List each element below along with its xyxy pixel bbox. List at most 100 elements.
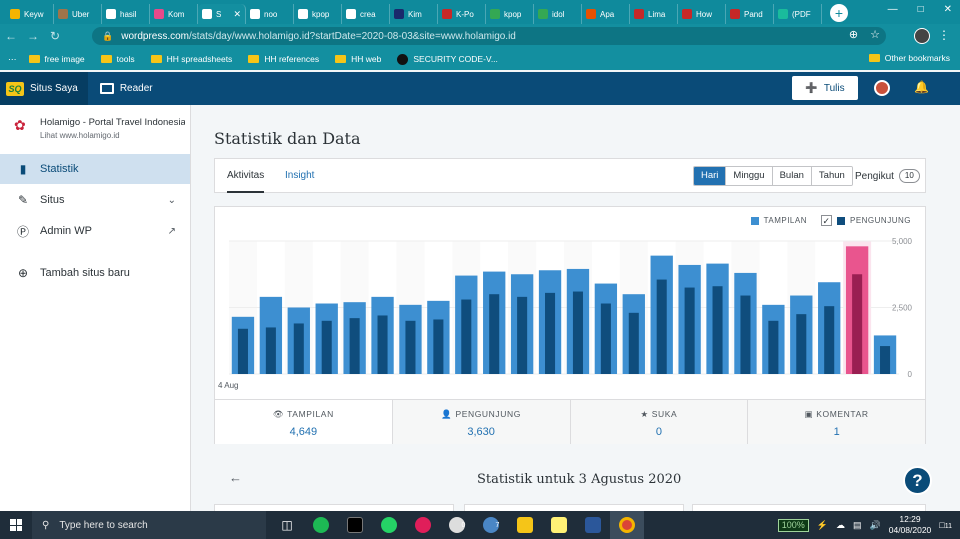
sidebar-item-add-site[interactable]: ⊕ Tambah situs baru bbox=[0, 258, 190, 288]
browser-tab[interactable]: Apa bbox=[582, 4, 630, 24]
bookmark-tools[interactable]: tools bbox=[100, 54, 135, 64]
cloud-icon[interactable]: ☁ bbox=[836, 520, 845, 531]
sidebar-item-statistik[interactable]: ▮ Statistik bbox=[0, 154, 190, 184]
folder-icon bbox=[868, 54, 880, 62]
tab-favicon-icon bbox=[154, 9, 164, 19]
power-icon[interactable]: ⚡ bbox=[817, 520, 828, 531]
browser-tab[interactable]: idol bbox=[534, 4, 582, 24]
taskbar-search-input[interactable]: ⚲ Type here to search bbox=[32, 511, 266, 539]
new-tab-button[interactable]: + bbox=[830, 4, 848, 22]
tab-insight[interactable]: Insight bbox=[285, 159, 314, 193]
summary-tab-views[interactable]: 👁 TAMPILAN 4,649 bbox=[215, 400, 393, 444]
browser-tab-strip: Keyw Uber hasil Kom S ✕ noo kpop crea Kim K-Po kpop… bbox=[0, 0, 960, 24]
summary-tab-visitors[interactable]: 👤 PENGUNJUNG 3,630 bbox=[392, 400, 571, 444]
browser-tab[interactable]: S ✕ bbox=[198, 4, 246, 24]
summary-tab-likes[interactable]: ★ SUKA 0 bbox=[570, 400, 749, 444]
help-button[interactable]: ? bbox=[903, 466, 932, 495]
terminal-icon[interactable] bbox=[338, 511, 372, 539]
period-hari-button[interactable]: Hari bbox=[694, 167, 726, 185]
network-icon[interactable]: ▤ bbox=[853, 520, 862, 531]
browser-tab[interactable]: Kim bbox=[390, 4, 438, 24]
chrome-icon[interactable] bbox=[610, 511, 644, 539]
browser-tab[interactable]: Lima bbox=[630, 4, 678, 24]
write-label: Tulis bbox=[823, 82, 845, 94]
app-badge-icon-b[interactable]: 7 bbox=[474, 511, 508, 539]
browser-tab[interactable]: Keyw bbox=[6, 4, 54, 24]
clock[interactable]: 12:29 04/08/2020 bbox=[889, 514, 932, 536]
browser-tab[interactable]: hasil bbox=[102, 4, 150, 24]
apps-icon[interactable]: ⋯ bbox=[8, 54, 17, 65]
battery-indicator[interactable]: 100% bbox=[777, 518, 809, 532]
browser-profile-avatar[interactable] bbox=[914, 28, 930, 44]
slack-icon[interactable] bbox=[406, 511, 440, 539]
browser-tab[interactable]: kpop bbox=[294, 4, 342, 24]
file-explorer-icon[interactable] bbox=[508, 511, 542, 539]
browser-tab[interactable]: K-Po bbox=[438, 4, 486, 24]
back-nav-icon[interactable]: ← bbox=[0, 29, 22, 43]
sidebar-item-admin-wp[interactable]: Ⓟ Admin WP ↗ bbox=[0, 216, 190, 246]
close-tab-icon[interactable]: ✕ bbox=[233, 9, 241, 20]
tab-label: Apa bbox=[600, 9, 615, 19]
bookmark-free-image[interactable]: free image bbox=[28, 54, 85, 64]
notification-center-icon[interactable]: □11 bbox=[939, 520, 952, 530]
period-minggu-button[interactable]: Minggu bbox=[725, 167, 772, 185]
whatsapp-icon[interactable] bbox=[372, 511, 406, 539]
task-view-icon[interactable]: ◫ bbox=[270, 511, 304, 539]
browser-tab[interactable]: Kom bbox=[150, 4, 198, 24]
bookmark-security-code[interactable]: SECURITY CODE-V... bbox=[397, 53, 498, 65]
y-tick-label: 5,000 bbox=[892, 237, 913, 246]
bar-visitors bbox=[656, 279, 667, 374]
bookmark-hh-references[interactable]: HH references bbox=[248, 54, 319, 64]
other-bookmarks[interactable]: Other bookmarks bbox=[868, 53, 950, 63]
summary-tab-comments[interactable]: ▣ KOMENTAR 1 bbox=[748, 400, 925, 444]
period-tahun-button[interactable]: Tahun bbox=[810, 167, 852, 185]
word-icon[interactable] bbox=[576, 511, 610, 539]
browser-tab[interactable]: noo bbox=[246, 4, 294, 24]
url-input[interactable]: 🔒 wordpress.com/stats/day/www.holamigo.i… bbox=[92, 27, 886, 45]
legend-views: TAMPILAN bbox=[750, 216, 807, 225]
zoom-icon[interactable]: ⊕ bbox=[849, 28, 858, 41]
tab-label: crea bbox=[360, 9, 376, 19]
browser-tab[interactable]: Uber bbox=[54, 4, 102, 24]
tab-favicon-icon bbox=[394, 9, 404, 19]
reader-button[interactable]: Reader bbox=[99, 83, 153, 94]
sticky-notes-icon[interactable] bbox=[542, 511, 576, 539]
bar-visitors bbox=[405, 320, 416, 374]
notifications-bell-icon[interactable]: 🔔 bbox=[914, 80, 929, 94]
tab-favicon-icon bbox=[538, 9, 548, 19]
close-window-icon[interactable]: ✕ bbox=[944, 4, 952, 15]
bookmark-hh-spreadsheets[interactable]: HH spreadsheets bbox=[150, 54, 232, 64]
user-avatar[interactable] bbox=[874, 80, 890, 96]
followers-link[interactable]: Pengikut 10 bbox=[855, 169, 920, 183]
tab-aktivitas[interactable]: Aktivitas bbox=[227, 159, 265, 193]
app-badge-count: 7 bbox=[495, 521, 500, 529]
site-card[interactable]: ✿ Holamigo - Portal Travel Indonesia Lih… bbox=[0, 105, 190, 153]
site-url[interactable]: Lihat www.holamigo.id bbox=[40, 131, 185, 140]
sidebar-item-situs[interactable]: ✎ Situs ⌄ bbox=[0, 185, 190, 215]
volume-icon[interactable]: 🔊 bbox=[870, 520, 881, 531]
browser-tab[interactable]: Pand bbox=[726, 4, 774, 24]
browser-tab[interactable]: crea bbox=[342, 4, 390, 24]
minimize-icon[interactable]: — bbox=[888, 4, 898, 15]
site-logo-icon: SQ bbox=[6, 81, 24, 96]
bookmark-hh-web[interactable]: HH web bbox=[335, 54, 381, 64]
browser-menu-icon[interactable]: ⋮ bbox=[938, 28, 950, 42]
browser-tab[interactable]: kpop bbox=[486, 4, 534, 24]
app-badge-icon-a[interactable]: 0 bbox=[440, 511, 474, 539]
forward-nav-icon[interactable]: → bbox=[22, 29, 44, 43]
write-button[interactable]: ➕ Tulis bbox=[792, 76, 858, 100]
legend-visitors[interactable]: ✓ PENGUNJUNG bbox=[820, 215, 911, 226]
legend-checkbox[interactable]: ✓ bbox=[820, 215, 832, 226]
my-sites-button[interactable]: SQ Situs Saya bbox=[0, 72, 88, 105]
browser-tab[interactable]: (PDF bbox=[774, 4, 822, 24]
start-button[interactable] bbox=[0, 519, 32, 531]
spotify-icon[interactable] bbox=[304, 511, 338, 539]
browser-tab[interactable]: How bbox=[678, 4, 726, 24]
tab-label: S bbox=[216, 9, 222, 19]
search-icon: ⚲ bbox=[42, 519, 50, 531]
reload-icon[interactable]: ↻ bbox=[44, 29, 66, 43]
bookmark-star-icon[interactable]: ☆ bbox=[870, 28, 880, 41]
maximize-icon[interactable]: □ bbox=[918, 4, 924, 15]
period-bulan-button[interactable]: Bulan bbox=[771, 167, 811, 185]
previous-day-arrow-icon[interactable]: ← bbox=[229, 470, 242, 485]
